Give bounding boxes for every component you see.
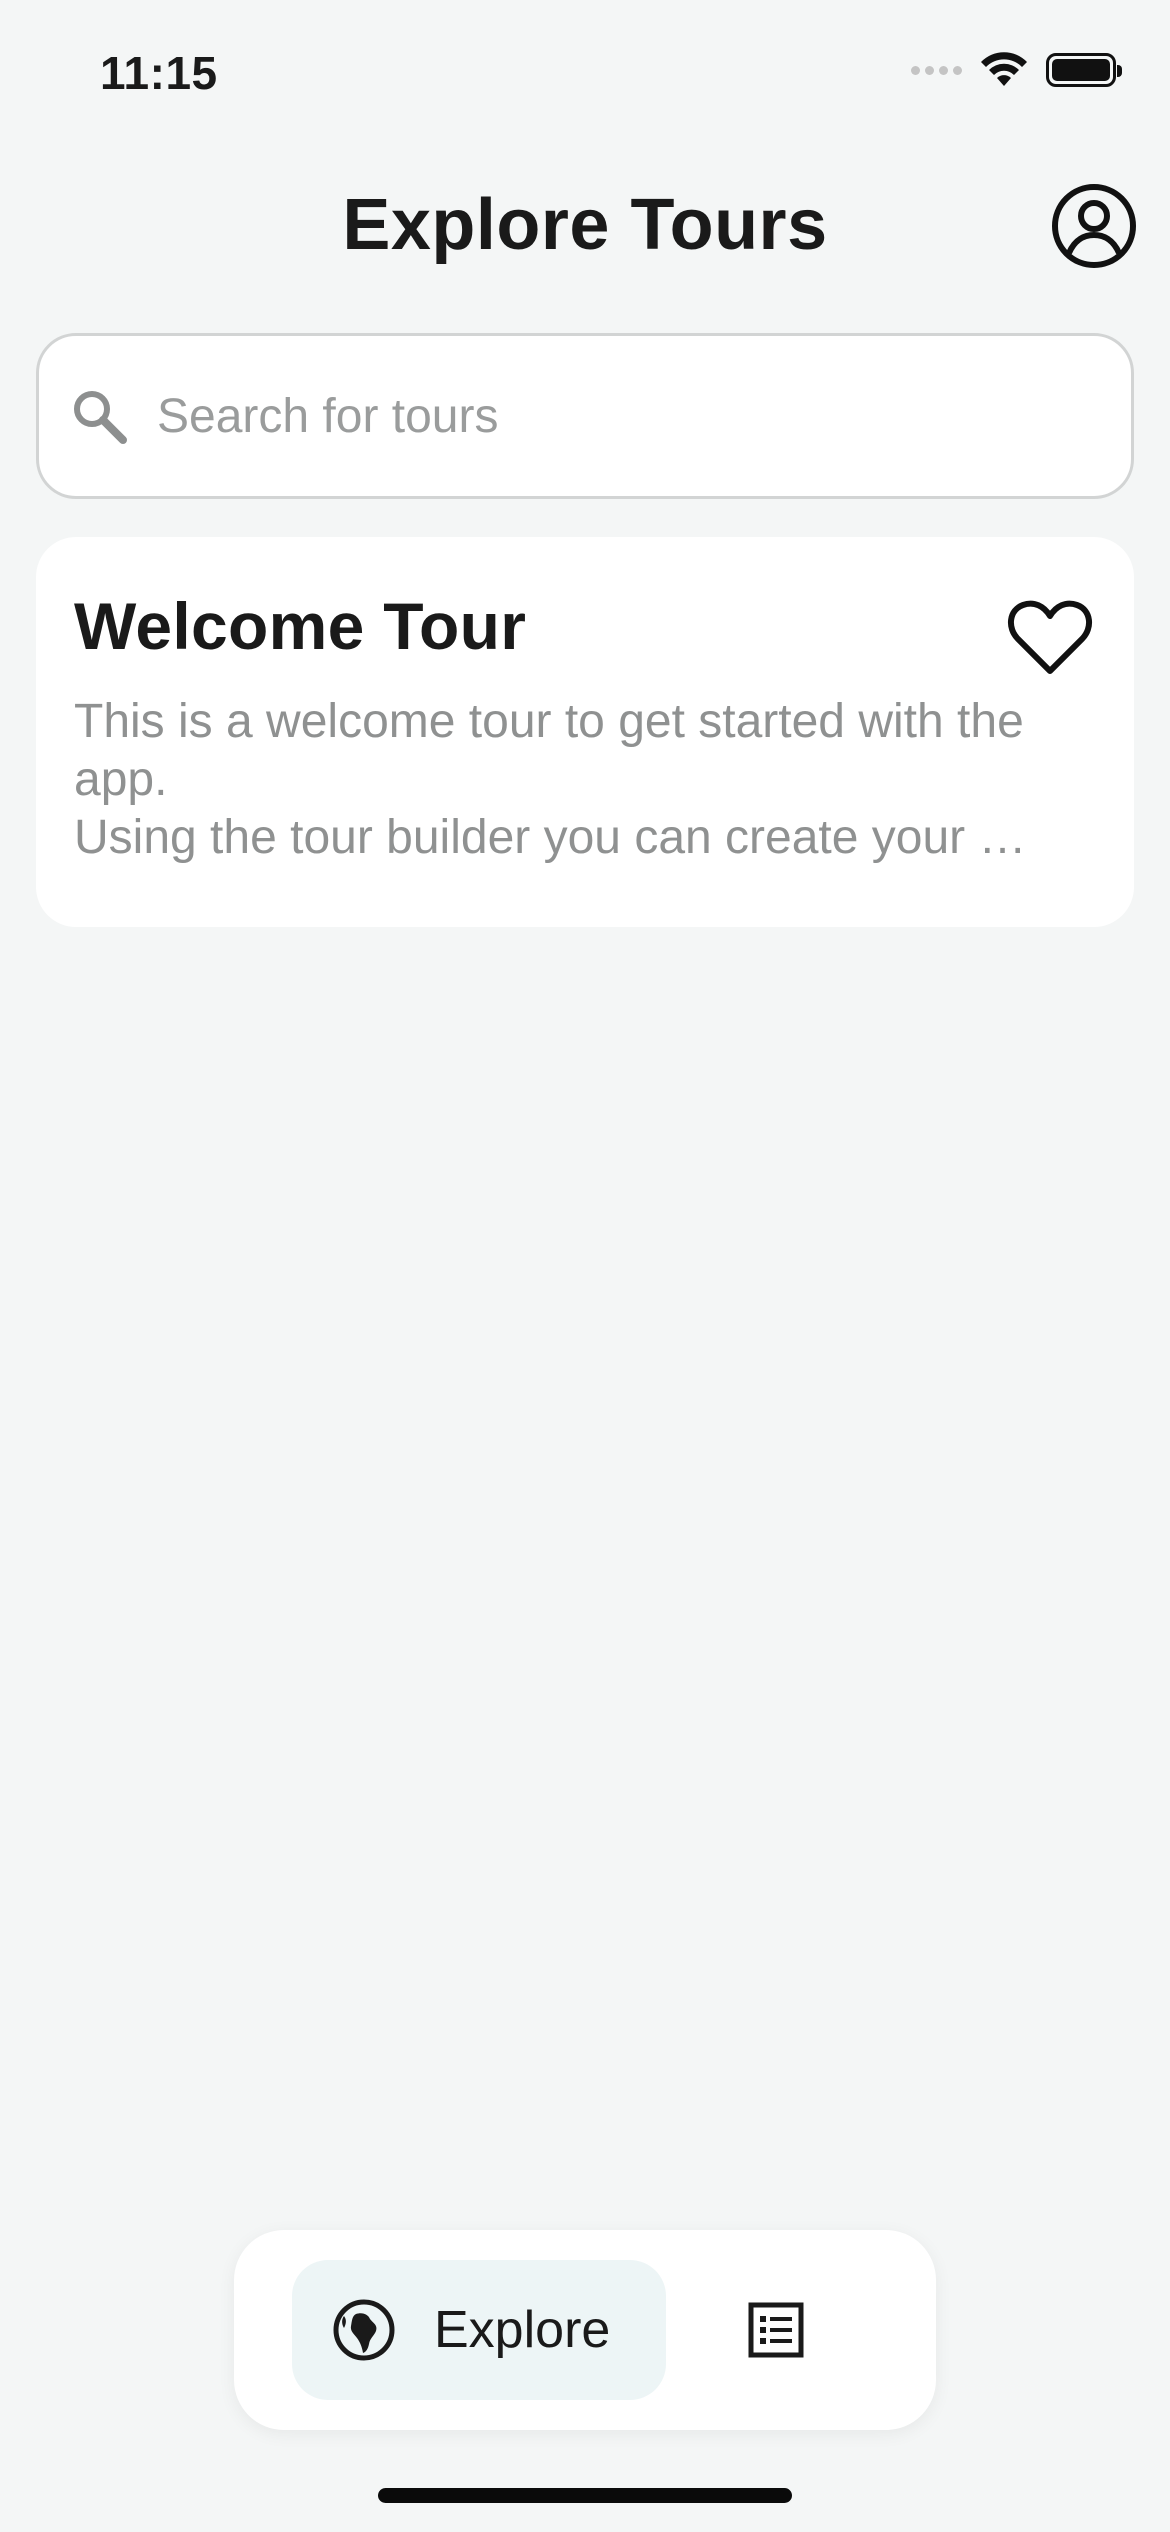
tour-description: This is a welcome tour to get started wi… — [74, 695, 1027, 864]
status-icons — [911, 52, 1122, 88]
favorite-button[interactable] — [1002, 589, 1098, 685]
search-input[interactable] — [157, 388, 1131, 444]
list-icon — [748, 2302, 804, 2358]
status-time: 11:15 — [100, 47, 218, 99]
tour-card[interactable]: Welcome Tour This is a welcome tour to g… — [36, 537, 1134, 927]
wifi-icon — [981, 52, 1027, 86]
nav-item-list[interactable] — [718, 2272, 834, 2388]
nav-item-explore[interactable]: Explore — [292, 2260, 666, 2400]
account-circle-icon — [1052, 184, 1136, 268]
status-bar: 11:15 — [0, 0, 1170, 140]
header: Explore Tours — [0, 170, 1170, 280]
bottom-navigation: Explore — [234, 2230, 936, 2430]
search-bar[interactable] — [36, 333, 1134, 499]
globe-icon — [333, 2299, 395, 2361]
heart-outline-icon — [1008, 600, 1092, 674]
home-indicator[interactable] — [378, 2488, 792, 2503]
explore-screen: 11:15 Explore Tours Search for tours Wel… — [0, 0, 1170, 2532]
cellular-signal-icon — [911, 65, 962, 75]
battery-icon — [1046, 53, 1122, 87]
nav-item-explore-label: Explore — [434, 2301, 611, 2359]
profile-button[interactable] — [1048, 180, 1140, 272]
search-icon — [67, 384, 131, 448]
tour-title: Welcome Tour — [74, 589, 527, 663]
page-title: Explore Tours — [342, 185, 828, 265]
